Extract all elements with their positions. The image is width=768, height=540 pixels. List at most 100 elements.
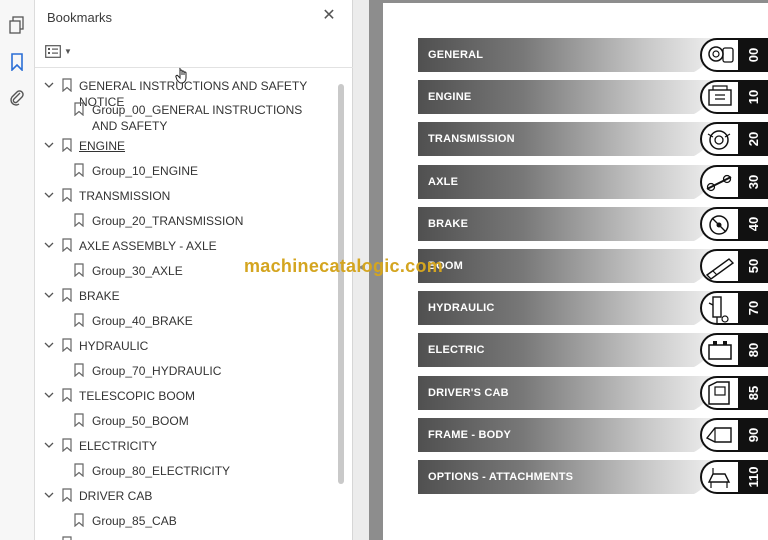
bookmark-icon [74,363,84,377]
battery-icon [708,341,732,360]
bookmark-label: Group_40_BRAKE [92,314,193,328]
section-icon-box [700,460,740,494]
section-number-box: 90 [740,418,768,452]
bookmark-icon [74,413,84,427]
chevron-down-icon[interactable] [44,240,54,250]
section-number: 50 [746,258,761,274]
section-label: AXLE [428,176,459,188]
gearbox-icon [707,130,731,150]
chevron-down-icon[interactable] [44,80,54,90]
panel-title: Bookmarks [47,10,113,25]
section-tab-transmission[interactable]: TRANSMISSION 20 [418,122,768,156]
section-number-box: 70 [740,291,768,325]
panel-header: Bookmarks ✕ [35,0,353,34]
bookmark-icon[interactable] [7,51,27,73]
bookmark-label: BRAKE [79,289,120,303]
bookmark-label: Group_80_ELECTRICITY [92,464,231,478]
chevron-down-icon[interactable] [44,290,54,300]
bookmark-tree: GENERAL INSTRUCTIONS AND SAFETY NOTICE G… [35,72,335,540]
bookmark-icon [62,388,72,402]
section-number: 20 [746,131,761,147]
boom-icon [705,258,735,280]
list-options-icon [45,44,61,58]
section-tab-axle[interactable]: AXLE 30 [418,165,768,199]
chevron-down-icon[interactable] [44,140,54,150]
section-icon-box [700,291,740,325]
section-label: ELECTRIC [428,344,485,356]
bookmark-icon [74,513,84,527]
panel-scrollbar[interactable] [338,84,344,484]
section-number: 70 [746,300,761,316]
pages-icon[interactable] [7,14,27,36]
frame-icon [705,427,732,443]
bookmark-icon [74,313,84,327]
bookmark-icon [62,488,72,502]
section-tab-general[interactable]: GENERAL 00 [418,38,768,72]
bookmark-icon [74,163,84,177]
section-label: DRIVER'S CAB [428,387,509,399]
tool-strip [0,0,35,540]
section-tab-frame-body[interactable]: FRAME - BODY 90 [418,418,768,452]
brake-icon [709,215,729,235]
bookmark-label: Group_85_CAB [92,514,177,528]
chevron-down-icon[interactable] [44,440,54,450]
section-icon-box [700,165,740,199]
section-tab-hydraulic[interactable]: HYDRAULIC 70 [418,291,768,325]
hand-cursor-icon [175,67,187,84]
bookmark-label: Group_10_ENGINE [92,164,199,178]
bookmark-icon [62,78,72,92]
section-tab-electric[interactable]: ELECTRIC 80 [418,333,768,367]
tools-icon [708,46,734,63]
section-number-box: 00 [740,38,768,72]
section-icon-box [700,249,740,283]
section-tab-driver-s-cab[interactable]: DRIVER'S CAB 85 [418,376,768,410]
section-tab-boom[interactable]: BOOM 50 [418,249,768,283]
section-label: ENGINE [428,91,472,103]
section-icon-box [700,38,740,72]
section-number: 85 [746,385,761,401]
options-button[interactable]: ▼ [45,41,75,61]
bookmark-label: DRIVER CAB [79,489,153,503]
axle-icon [706,174,732,192]
chevron-down-icon: ▼ [64,46,72,56]
section-number: 40 [746,216,761,232]
bookmark-icon [62,238,72,252]
section-icon-box [700,207,740,241]
section-number: 00 [746,47,761,63]
chevron-down-icon[interactable] [44,340,54,350]
section-label: FRAME - BODY [428,429,512,441]
section-label: GENERAL [428,49,484,61]
bookmark-label: Group_00_GENERAL INSTRUCTIONS AND SAFETY [92,103,303,133]
bookmark-icon [62,288,72,302]
chevron-down-icon[interactable] [44,190,54,200]
close-icon[interactable]: ✕ [321,8,337,24]
section-number-box: 80 [740,333,768,367]
section-tab-engine[interactable]: ENGINE 10 [418,80,768,114]
bookmark-icon [74,102,84,116]
section-label: BRAKE [428,218,469,230]
bookmark-label: HYDRAULIC [79,339,149,353]
section-number: 90 [746,427,761,443]
bookmark-icon [62,438,72,452]
chevron-down-icon[interactable] [44,490,54,500]
section-number: 30 [746,174,761,190]
bookmark-label: TELESCOPIC BOOM [79,389,196,403]
bookmark-label: Group_50_BOOM [92,414,189,428]
section-label: HYDRAULIC [428,302,495,314]
section-label: OPTIONS - ATTACHMENTS [428,471,574,483]
bookmark-label: AXLE ASSEMBLY - AXLE [79,239,217,253]
chevron-down-icon[interactable] [44,390,54,400]
section-tab-options-attachments[interactable]: OPTIONS - ATTACHMENTS 110 [418,460,768,494]
cab-icon [708,381,730,405]
section-number-box: 110 [740,460,768,494]
hydraulic-icon [708,296,729,323]
section-number-box: 50 [740,249,768,283]
section-number-box: 40 [740,207,768,241]
bookmark-label: Group_70_HYDRAULIC [92,364,222,378]
attachment-icon[interactable] [7,86,27,108]
bookmark-icon [74,263,84,277]
bookmark-label: ENGINE [79,139,126,153]
watermark: machinecatalogic.com [244,256,444,276]
section-tab-brake[interactable]: BRAKE 40 [418,207,768,241]
section-icon-box [700,376,740,410]
